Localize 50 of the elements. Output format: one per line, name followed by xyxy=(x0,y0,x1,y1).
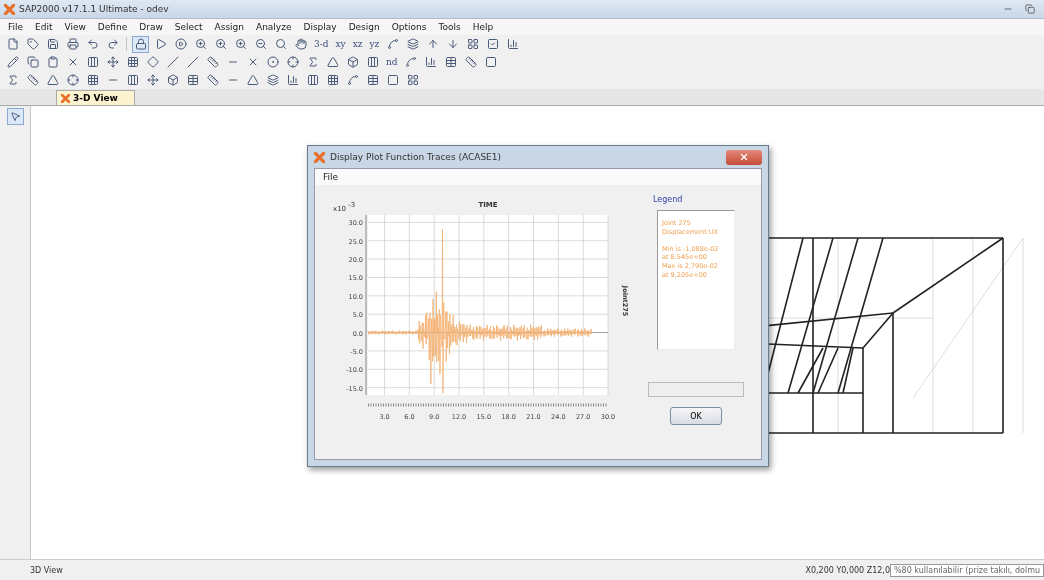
printer-icon[interactable] xyxy=(64,35,81,53)
menu-item[interactable]: Edit xyxy=(35,22,53,32)
restore-icon xyxy=(1025,4,1035,14)
pencil-icon[interactable] xyxy=(4,53,21,71)
layers-icon[interactable] xyxy=(264,71,281,89)
view-button[interactable]: yz xyxy=(367,39,382,49)
dialog-title: Display Plot Function Traces (ACASE1) xyxy=(330,152,502,162)
app-logo-icon xyxy=(314,151,325,163)
legend-title: Legend xyxy=(653,195,683,204)
view-button[interactable]: xy xyxy=(333,39,348,49)
ruler-icon[interactable] xyxy=(204,53,221,71)
lock-icon[interactable] xyxy=(132,35,149,53)
ruler-icon[interactable] xyxy=(204,71,221,89)
menu-item[interactable]: Assign xyxy=(214,22,244,32)
status-text: 3D View xyxy=(30,565,63,575)
app-logo-icon xyxy=(61,93,70,103)
tag-icon[interactable] xyxy=(24,35,41,53)
menu-item[interactable]: Select xyxy=(174,22,203,32)
window-title: SAP2000 v17.1.1 Ultimate - odev xyxy=(19,4,170,14)
coordinates-text: X0,200 Y0,000 Z12,0 xyxy=(805,565,890,575)
battery-tooltip: %80 kullanılabilir (prize takılı, dolmu xyxy=(890,563,1044,577)
menu-item[interactable]: Design xyxy=(348,22,380,32)
view-tab[interactable]: 3-D View xyxy=(56,90,135,105)
app-logo-icon xyxy=(4,3,15,15)
ruler-icon[interactable] xyxy=(24,71,41,89)
close-button[interactable] xyxy=(726,149,762,165)
copy-icon[interactable] xyxy=(24,53,41,71)
diamond-icon[interactable] xyxy=(144,53,161,71)
crosshair-icon[interactable] xyxy=(64,71,81,89)
view-button[interactable]: xz xyxy=(350,39,365,49)
ok-button[interactable]: OK xyxy=(670,407,722,425)
menu-item[interactable]: Define xyxy=(97,22,128,32)
view-button[interactable]: 3-d xyxy=(312,39,331,49)
menu-item[interactable]: Draw xyxy=(139,22,163,32)
circle-play-icon[interactable] xyxy=(172,35,189,53)
ruler-icon[interactable] xyxy=(462,53,480,71)
menu-item[interactable]: Help xyxy=(472,22,494,32)
toolbar-text-button[interactable]: nd xyxy=(384,57,400,67)
crosshair-icon[interactable] xyxy=(284,53,301,71)
menu-item[interactable]: File xyxy=(323,172,339,182)
close-icon xyxy=(739,152,749,162)
circle-dot-icon[interactable] xyxy=(264,53,281,71)
menu-item[interactable]: Display xyxy=(303,22,337,32)
menu-item[interactable]: Tools xyxy=(438,22,461,32)
menu-item[interactable]: Options xyxy=(391,22,427,32)
menu-item[interactable]: File xyxy=(8,22,24,32)
layers-icon[interactable] xyxy=(404,35,422,53)
pointer-tool-icon[interactable] xyxy=(6,108,24,125)
menu-item[interactable]: Analyze xyxy=(256,22,292,32)
menu-item[interactable]: View xyxy=(64,22,86,32)
